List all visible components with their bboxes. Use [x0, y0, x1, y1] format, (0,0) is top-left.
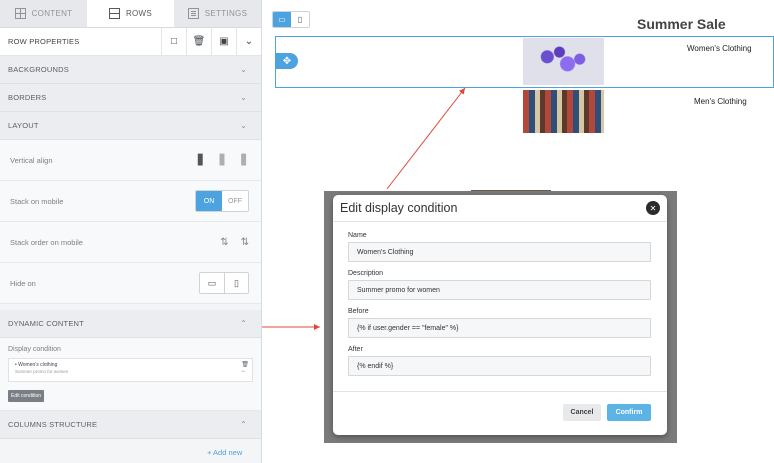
- sidebar: CONTENT ROWS SETTINGS ROW PROPERTIES □ 🗑…: [0, 0, 262, 463]
- chevron-down-icon: ⌄: [240, 121, 247, 130]
- tab-content[interactable]: CONTENT: [0, 0, 87, 27]
- section-backgrounds[interactable]: BACKGROUNDS ⌄: [0, 56, 261, 84]
- hide-on-row: Hide on ▭ ▯: [0, 263, 261, 304]
- before-label: Before: [348, 308, 369, 315]
- vertical-align-row: Vertical align ▋ ▋ ▋: [0, 140, 261, 181]
- modal-body: Name Women's Clothing Description Summer…: [333, 222, 667, 392]
- modal-header: Edit display condition ✕: [333, 195, 667, 222]
- section-layout[interactable]: LAYOUT ⌄: [0, 112, 261, 140]
- dynamic-content-block: Display condition • Women's clothing Sum…: [0, 338, 261, 411]
- stack-order-label: Stack order on mobile: [10, 237, 83, 247]
- chevron-up-icon: ⌃: [240, 319, 247, 328]
- settings-icon: [187, 8, 199, 19]
- chevron-down-icon[interactable]: ⌄: [236, 27, 261, 56]
- cancel-button[interactable]: Cancel: [563, 404, 601, 421]
- close-icon[interactable]: ✕: [646, 201, 660, 215]
- before-field[interactable]: {% if user.gender == "female" %}: [348, 318, 651, 338]
- rows-icon: [108, 8, 120, 19]
- section-columns-structure-label: COLUMNS STRUCTURE: [8, 420, 98, 429]
- tab-content-label: CONTENT: [31, 9, 73, 18]
- desktop-icon[interactable]: ▭: [200, 273, 224, 293]
- chevron-down-icon: ⌄: [240, 65, 247, 74]
- desktop-view-icon[interactable]: ▭: [273, 12, 291, 27]
- comment-icon[interactable]: □: [161, 27, 186, 56]
- toggle-off[interactable]: OFF: [222, 191, 248, 211]
- after-field[interactable]: {% endif %}: [348, 356, 651, 376]
- modal-footer: Cancel Confirm: [333, 392, 667, 433]
- display-condition-item[interactable]: • Women's clothing Summer promo for wome…: [8, 358, 253, 382]
- hide-on-label: Hide on: [10, 278, 36, 288]
- section-dynamic-content-label: DYNAMIC CONTENT: [8, 319, 84, 328]
- device-toggle: ▭ ▯: [272, 11, 310, 28]
- vertical-align-label: Vertical align: [10, 155, 53, 165]
- modal-title: Edit display condition: [340, 201, 458, 215]
- toggle-on[interactable]: ON: [196, 191, 222, 211]
- grid-icon: [14, 8, 26, 19]
- copy-icon[interactable]: ▣: [211, 27, 236, 56]
- stack-on-mobile-label: Stack on mobile: [10, 196, 64, 206]
- vertical-align-options: ▋ ▋ ▋: [198, 155, 249, 166]
- section-borders[interactable]: BORDERS ⌄: [0, 84, 261, 112]
- women-clothing-image[interactable]: [523, 38, 604, 85]
- chevron-down-icon: ⌄: [240, 93, 247, 102]
- men-clothing-image[interactable]: [523, 90, 604, 133]
- sort-up-icon[interactable]: ⇅: [241, 237, 249, 248]
- edit-condition-modal: Edit display condition ✕ Name Women's Cl…: [333, 195, 667, 435]
- section-layout-label: LAYOUT: [8, 121, 39, 130]
- men-clothing-label: Men's Clothing: [694, 97, 747, 106]
- trash-icon[interactable]: 🗑: [241, 361, 249, 368]
- section-dynamic-content[interactable]: DYNAMIC CONTENT ⌃: [0, 310, 261, 338]
- app-root: CONTENT ROWS SETTINGS ROW PROPERTIES □ 🗑…: [0, 0, 774, 463]
- add-new-link[interactable]: + Add new: [207, 448, 242, 457]
- align-bottom-icon[interactable]: ▋: [241, 155, 249, 166]
- row-properties-bar: ROW PROPERTIES □ 🗑 ▣ ⌄: [0, 27, 261, 56]
- description-label: Description: [348, 270, 384, 277]
- sort-down-icon[interactable]: ⇅: [220, 237, 228, 248]
- move-handle-icon[interactable]: ✥: [276, 53, 298, 69]
- minus-icon[interactable]: −: [241, 369, 249, 375]
- section-borders-label: BORDERS: [8, 93, 47, 102]
- tab-settings-label: SETTINGS: [204, 9, 248, 18]
- edit-condition-button[interactable]: Edit condition: [8, 390, 45, 402]
- section-columns-structure[interactable]: COLUMNS STRUCTURE ⌃: [0, 411, 261, 439]
- email-title: Summer Sale: [637, 16, 726, 32]
- tab-rows[interactable]: ROWS: [87, 0, 174, 27]
- stack-order-options: ⇅ ⇅: [220, 237, 249, 248]
- women-clothing-label: Women's Clothing: [687, 44, 752, 53]
- stack-order-row: Stack order on mobile ⇅ ⇅: [0, 222, 261, 263]
- name-label: Name: [348, 232, 367, 239]
- align-top-icon[interactable]: ▋: [198, 155, 206, 166]
- display-condition-label: Display condition: [8, 346, 61, 353]
- mobile-view-icon[interactable]: ▯: [291, 12, 309, 27]
- sidebar-tabs: CONTENT ROWS SETTINGS: [0, 0, 261, 28]
- row-properties-label: ROW PROPERTIES: [8, 37, 80, 46]
- section-backgrounds-label: BACKGROUNDS: [8, 65, 69, 74]
- stack-on-mobile-toggle[interactable]: ON OFF: [195, 190, 249, 212]
- name-field[interactable]: Women's Clothing: [348, 242, 651, 262]
- tab-settings[interactable]: SETTINGS: [174, 0, 261, 27]
- stack-on-mobile-row: Stack on mobile ON OFF: [0, 181, 261, 222]
- after-label: After: [348, 346, 363, 353]
- description-field[interactable]: Summer promo for women: [348, 280, 651, 300]
- align-middle-icon[interactable]: ▋: [220, 155, 228, 166]
- condition-description: Summer promo for women: [15, 369, 69, 374]
- condition-actions: 🗑 −: [241, 361, 249, 375]
- condition-name: • Women's clothing: [15, 362, 58, 368]
- trash-icon[interactable]: 🗑: [186, 27, 211, 56]
- tab-rows-label: ROWS: [125, 9, 153, 18]
- chevron-up-icon: ⌃: [240, 420, 247, 429]
- hide-on-options: ▭ ▯: [199, 272, 249, 294]
- mobile-icon[interactable]: ▯: [224, 273, 248, 293]
- confirm-button[interactable]: Confirm: [607, 404, 651, 421]
